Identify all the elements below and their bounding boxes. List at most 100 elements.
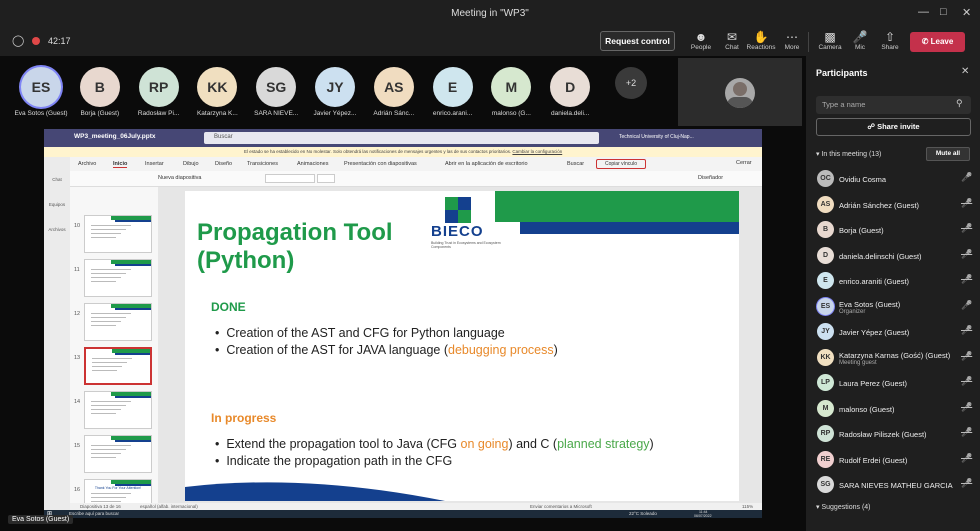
chat-button[interactable]: ✉ Chat — [717, 30, 747, 51]
participant-search-input[interactable]: Type a name ⚲ — [816, 96, 971, 114]
close-file-button[interactable]: Cerrar — [736, 160, 752, 166]
mic-off-icon[interactable]: 🎤 — [961, 478, 972, 489]
mic-button[interactable]: 🎤 Mic — [845, 30, 875, 51]
slide-thumbnail[interactable]: Thank You For Your Attention! — [84, 479, 152, 503]
ribbon-tab[interactable]: Presentación con diapositivas — [344, 161, 417, 167]
participant-row[interactable]: KK Katarzyna Karnas (Gość) (Guest) Meeting… — [814, 347, 974, 371]
attendee-avatar[interactable]: KK — [197, 67, 238, 107]
participant-row[interactable]: RE Rudolf Erdei (Guest) 🎤 — [814, 449, 974, 473]
zoom-level[interactable]: 115% — [742, 504, 753, 509]
ribbon-tab[interactable]: Archivo — [78, 161, 96, 167]
attendee-name: SARA NIEVE... — [254, 110, 299, 117]
participant-row[interactable]: AS Adrián Sánchez (Guest) 🎤 — [814, 194, 974, 218]
mic-off-icon[interactable]: 🎤 — [961, 325, 972, 336]
ribbon-tab[interactable]: Transiciones — [247, 161, 278, 167]
rail-teams[interactable]: Equipos — [46, 202, 68, 207]
mic-off-icon[interactable]: 🎤 — [961, 376, 972, 387]
people-button[interactable]: ☻ People — [686, 30, 716, 51]
attendee-avatar[interactable]: E — [432, 67, 473, 107]
slide-thumbnail[interactable] — [84, 391, 152, 429]
camera-button[interactable]: ▩ Camera — [815, 30, 845, 51]
thumbnails-pane: 10 11 12 13 14 15 16 Thank You For Your Attenti… — [70, 187, 158, 503]
maximize-icon[interactable]: □ — [940, 6, 947, 18]
ribbon-tab[interactable]: Diseño — [215, 161, 232, 167]
ribbon-tab[interactable]: Animaciones — [297, 161, 329, 167]
attendee-name: Katarzyna K... — [196, 110, 238, 117]
new-slide-button[interactable]: Nueva diapositiva — [158, 175, 201, 181]
font-size-select[interactable] — [317, 174, 335, 183]
attendee-avatar[interactable]: ES — [21, 67, 61, 107]
file-name: WP3_meeting_06July.pptx — [74, 133, 156, 140]
slide-thumbnail[interactable] — [84, 259, 152, 297]
slide-thumbnail[interactable] — [84, 435, 152, 473]
attendee-avatar[interactable]: M — [491, 67, 532, 107]
attendee-avatar[interactable]: B — [79, 67, 120, 107]
participant-row[interactable]: ES Eva Sotos (Guest) Organizer 🎤 — [814, 296, 974, 320]
participant-row[interactable]: Eenrico.araniti (Guest) 🎤 — [814, 270, 974, 294]
attendee-avatar[interactable]: D — [550, 67, 591, 107]
attendee-avatar[interactable]: AS — [373, 67, 414, 107]
mic-off-icon[interactable]: 🎤 — [961, 453, 972, 464]
rail-files[interactable]: Archivos — [46, 227, 68, 232]
mute-all-button[interactable]: Mute all — [926, 147, 970, 161]
left-rail: Chat Equipos Archivos — [44, 157, 70, 518]
participant-row[interactable]: SG SARA NIEVES MATHEU GARCIA (... 🎤 — [814, 474, 974, 498]
feedback-link[interactable]: Enviar comentarios a Microsoft — [530, 504, 592, 509]
leave-button[interactable]: ✆ Leave — [910, 32, 965, 52]
ribbon-tab[interactable]: Buscar — [567, 161, 584, 167]
close-panel-icon[interactable]: ✕ — [961, 66, 969, 77]
designer-button[interactable]: Diseñador — [698, 175, 723, 181]
notice-link[interactable]: Cambiar la configuración — [512, 149, 562, 154]
copy-link-button[interactable]: Copiar vínculo — [596, 159, 646, 169]
ribbon-tab[interactable]: Insertar — [145, 161, 164, 167]
attendee-avatar[interactable]: RP — [138, 67, 179, 107]
ribbon-tab[interactable]: Dibujo — [183, 161, 199, 167]
participant-row[interactable]: JY Javier Yépez (Guest) 🎤 — [814, 321, 974, 345]
participants-panel: Participants ✕ Type a name ⚲ ☍ Share inv… — [806, 56, 980, 531]
suggestions-header[interactable]: ▾ Suggestions (4) — [816, 503, 871, 511]
mic-icon[interactable]: 🎤 — [961, 172, 972, 183]
attendee-avatar[interactable]: JY — [315, 67, 355, 107]
minimize-icon[interactable]: — — [918, 6, 929, 18]
share-button[interactable]: ⇧ Share — [875, 30, 905, 51]
participant-row[interactable]: LP Laura Perez (Guest) 🎤 — [814, 372, 974, 396]
participant-row[interactable]: Mmalonso (Guest) 🎤 — [814, 398, 974, 422]
slide[interactable]: BIECO Building Trust in Ecosystems and E… — [185, 191, 739, 501]
taskbar-search[interactable]: Escribe aquí para buscar — [69, 511, 119, 516]
shared-search-input[interactable]: Buscar — [204, 132, 599, 144]
mic-off-icon[interactable]: 🎤 — [961, 274, 972, 285]
share-invite-icon: ☍ — [867, 122, 878, 131]
more-participants-button[interactable]: +2 — [615, 67, 647, 99]
mic-off-icon[interactable]: 🎤 — [961, 402, 972, 413]
slide-thumbnail[interactable] — [84, 347, 152, 385]
mic-off-icon[interactable]: 🎤 — [961, 427, 972, 438]
participant-row[interactable]: Ddaniela.delinschi (Guest) 🎤 — [814, 245, 974, 269]
in-meeting-header[interactable]: ▾ In this meeting (13) — [816, 150, 881, 158]
slide-thumbnail[interactable] — [84, 215, 152, 253]
mic-off-icon[interactable]: 🎤 — [961, 351, 972, 362]
close-icon[interactable]: ✕ — [962, 6, 971, 19]
share-invite-button[interactable]: ☍ Share invite — [816, 118, 971, 136]
participant-row[interactable]: OC Ovidiu Cosma 🎤 — [814, 168, 974, 192]
mic-off-icon[interactable]: 🎤 — [961, 223, 972, 234]
ribbon-tab[interactable]: Inicio — [113, 161, 128, 168]
participant-avatar: M — [817, 399, 834, 417]
ribbon-tab[interactable]: Abrir en la aplicación de escritorio — [445, 161, 528, 167]
video-tile[interactable] — [678, 58, 802, 126]
more-button[interactable]: ⋯ More — [777, 30, 807, 51]
mic-off-icon[interactable]: 🎤 — [961, 249, 972, 260]
request-control-button[interactable]: Request control — [600, 31, 675, 51]
participant-name: Katarzyna Karnas (Gość) (Guest) — [839, 350, 951, 360]
mic-icon[interactable]: 🎤 — [961, 300, 972, 311]
font-family-select[interactable] — [265, 174, 315, 183]
rail-chat[interactable]: Chat — [46, 177, 68, 182]
participant-row[interactable]: RP Radosław Piliszek (Guest) 🎤 — [814, 423, 974, 447]
reactions-button[interactable]: ✋ Reactions — [746, 30, 776, 51]
mic-off-icon[interactable]: 🎤 — [961, 198, 972, 209]
participant-avatar: ES — [817, 297, 834, 315]
attendee-avatar[interactable]: SG — [256, 67, 297, 107]
thumbnail-number: 16 — [74, 487, 81, 493]
participant-row[interactable]: B Borja (Guest) 🎤 — [814, 219, 974, 243]
ribbon-tabs: Archivo Inicio Insertar Dibujo Diseño Transic… — [70, 157, 762, 171]
slide-thumbnail[interactable] — [84, 303, 152, 341]
